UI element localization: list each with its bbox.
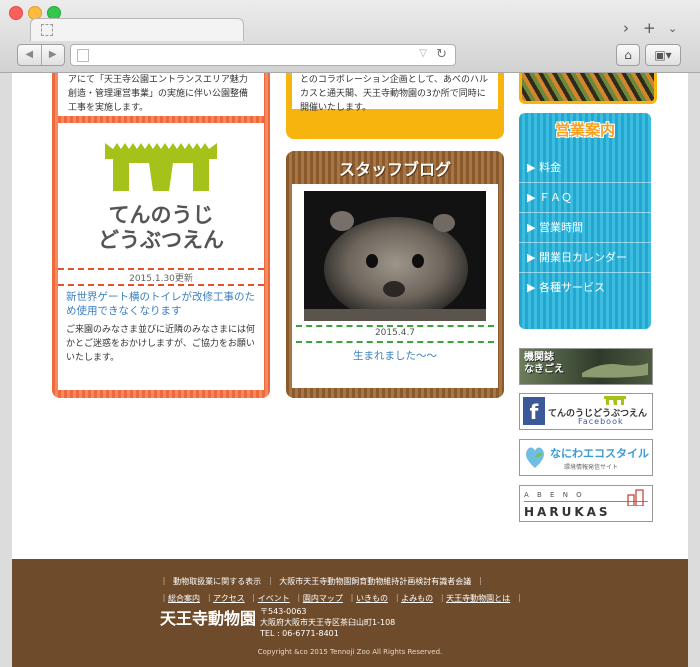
news-card[interactable]: てんのうじ どうぶつえん 2015.1.30更新 新世界ゲート横のトイレが改修工…	[58, 123, 264, 390]
info-panel: 営業案内 ▶ 料金 ▶ ＦＡＱ ▶ 営業時間 ▶ 開業日カレンダー ▶ 各種サー…	[519, 113, 651, 329]
zoo-logo-small-icon	[604, 396, 626, 405]
footer-link-general-info[interactable]: 総合案内	[168, 594, 200, 603]
nakigoe-banner[interactable]: 機関誌 なきごえ	[519, 348, 653, 385]
footer-org-name: 天王寺動物園	[160, 609, 257, 628]
address-bar[interactable]: ▽ ↻	[70, 44, 456, 66]
news-headline-link[interactable]: 新世界ゲート横のトイレが改修工事のため使用できなくなります	[66, 290, 262, 318]
footer-copyright: Copyright &co 2015 Tennoji Zoo All Right…	[257, 648, 443, 656]
facebook-logo-icon: f	[523, 397, 545, 425]
animal-photo-banner[interactable]	[519, 73, 657, 104]
logo-line-2: どうぶつえん	[98, 228, 224, 252]
web-page: アにて「天王寺公園エントランスエリア魅力創造・管理運営事業」の実施に伴い公園整備…	[12, 73, 688, 667]
previous-news-text: アにて「天王寺公園エントランスエリア魅力創造・管理運営事業」の実施に伴い公園整備…	[68, 75, 249, 113]
harukas-top-text: A B E N O	[524, 491, 585, 499]
browser-tab[interactable]	[30, 18, 244, 41]
favicon-placeholder-icon	[41, 24, 53, 36]
news-date: 2015.1.30更新	[129, 274, 193, 284]
zoo-logo-icon	[105, 143, 217, 191]
reload-icon[interactable]: ↻	[436, 47, 447, 62]
divider	[58, 284, 264, 286]
blog-title: スタッフブログ	[338, 160, 451, 179]
new-tab-plus-icon[interactable]: +	[643, 19, 656, 37]
menu-item-label: ＦＡＱ	[538, 191, 572, 204]
footer-link-map[interactable]: 園内マップ	[303, 594, 343, 603]
heart-leaf-icon	[526, 447, 544, 468]
eco-style-banner[interactable]: なにわエコスタイル 環境情報発信サイト	[519, 439, 653, 476]
footer-link-reading[interactable]: よみもの	[401, 594, 433, 603]
forward-arrow-icon[interactable]: ▶	[40, 45, 65, 65]
back-forward-buttons: ◀ ▶	[17, 44, 65, 66]
logo-line-1: てんのうじ	[108, 203, 214, 227]
menu-item-hours[interactable]: ▶ 営業時間	[519, 213, 651, 243]
footer-row-2: ｜総合案内 ｜アクセス ｜イベント ｜園内マップ ｜いきもの ｜よみもの ｜天王…	[160, 594, 524, 603]
divider	[296, 341, 494, 343]
blog-date: 2015.4.7	[374, 328, 416, 338]
footer-link-about[interactable]: 天王寺動物園とは	[446, 594, 510, 603]
eco-title: なにわエコスタイル	[550, 447, 649, 460]
blog-headline-link[interactable]: 生まれました〜〜	[292, 348, 498, 363]
home-icon: ⌂	[624, 48, 632, 62]
harukas-bottom-text: HARUKAS	[524, 505, 611, 519]
blog-card[interactable]: 2015.4.7 生まれました〜〜	[292, 184, 498, 388]
crocodile-icon	[582, 363, 648, 378]
tab-menu-chevron-icon[interactable]: ⌄	[668, 22, 677, 35]
eco-subtitle: 環境情報発信サイト	[564, 464, 619, 471]
menu-item-services[interactable]: ▶ 各種サービス	[519, 273, 651, 302]
nakigoe-text: 機関誌 なきごえ	[524, 352, 564, 375]
event-text: とのコラボレーション企画として、あべのハルカスと通天閣、天王寺動物園の3か所で同…	[300, 75, 489, 113]
puzzle-icon: ▣▾	[654, 48, 672, 62]
footer-address-block: 〒543-0063 大阪府大阪市天王寺区茶臼山町1-108 TEL : 06-6…	[260, 606, 395, 639]
footer-tel: TEL : 06-6771-8401	[260, 629, 339, 638]
footer-link-access[interactable]: アクセス	[213, 594, 245, 603]
menu-item-label: 料金	[538, 161, 561, 174]
staff-blog-panel: スタッフブログ 2015.4.7 生まれました〜〜	[286, 151, 504, 398]
facebook-word: Facebook	[578, 417, 624, 426]
footer-link-animals[interactable]: いきもの	[356, 594, 388, 603]
tab-overflow-chevron-icon[interactable]: ›	[623, 19, 629, 37]
extensions-button[interactable]: ▣▾	[645, 44, 681, 66]
menu-item-faq[interactable]: ▶ ＦＡＱ	[519, 183, 651, 213]
site-footer: ｜ 動物取扱業に関する表示 ｜ 大阪市天王寺動物園飼育動物維持計画検討有識者会議…	[12, 559, 688, 667]
home-button[interactable]: ⌂	[616, 44, 640, 66]
news-column: アにて「天王寺公園エントランスエリア魅力創造・管理運営事業」の実施に伴い公園整備…	[52, 73, 270, 398]
menu-item-fees[interactable]: ▶ 料金	[519, 153, 651, 183]
divider	[58, 268, 264, 270]
menu-item-label: 営業時間	[538, 221, 583, 234]
menu-item-label: 各種サービス	[538, 281, 605, 294]
event-card: とのコラボレーション企画として、あべのハルカスと通天閣、天王寺動物園の3か所で同…	[292, 73, 498, 113]
abeno-harukas-banner[interactable]: A B E N O HARUKAS	[519, 485, 653, 522]
footer-link-animal-handling[interactable]: 動物取扱業に関する表示	[173, 577, 261, 586]
menu-item-calendar[interactable]: ▶ 開業日カレンダー	[519, 243, 651, 273]
browser-toolbar: › + ⌄ ◀ ▶ ▽ ↻ ⌂ ▣▾	[0, 0, 700, 73]
footer-postal: 〒543-0063	[260, 607, 307, 616]
divider	[296, 325, 494, 327]
page-icon	[77, 49, 89, 62]
facebook-banner[interactable]: f てんのうじどうぶつえん Facebook	[519, 393, 653, 430]
reader-icon[interactable]: ▽	[419, 48, 427, 59]
back-arrow-icon[interactable]: ◀	[18, 45, 41, 65]
zoo-logo-text: てんのうじ どうぶつえん	[58, 203, 264, 253]
info-menu: ▶ 料金 ▶ ＦＡＱ ▶ 営業時間 ▶ 開業日カレンダー ▶ 各種サービス	[519, 153, 651, 302]
news-card-previous: アにて「天王寺公園エントランスエリア魅力創造・管理運営事業」の実施に伴い公園整備…	[58, 73, 264, 116]
news-body: ご来園のみなさま並びに近隣のみなさまには何かとご迷惑をおかけしますが、ご協力をお…	[66, 325, 256, 363]
info-title: 営業案内	[554, 121, 615, 139]
menu-item-label: 開業日カレンダー	[538, 251, 627, 264]
footer-address: 大阪府大阪市天王寺区茶臼山町1-108	[260, 618, 396, 627]
footer-link-expert-meeting[interactable]: 大阪市天王寺動物園飼育動物維持計画検討有識者会議	[279, 577, 471, 586]
event-column: とのコラボレーション企画として、あべのハルカスと通天閣、天王寺動物園の3か所で同…	[286, 73, 504, 139]
baby-animal-photo	[304, 191, 486, 321]
harukas-building-icon	[627, 489, 644, 506]
close-window-button[interactable]	[9, 6, 23, 20]
footer-link-events[interactable]: イベント	[258, 594, 290, 603]
